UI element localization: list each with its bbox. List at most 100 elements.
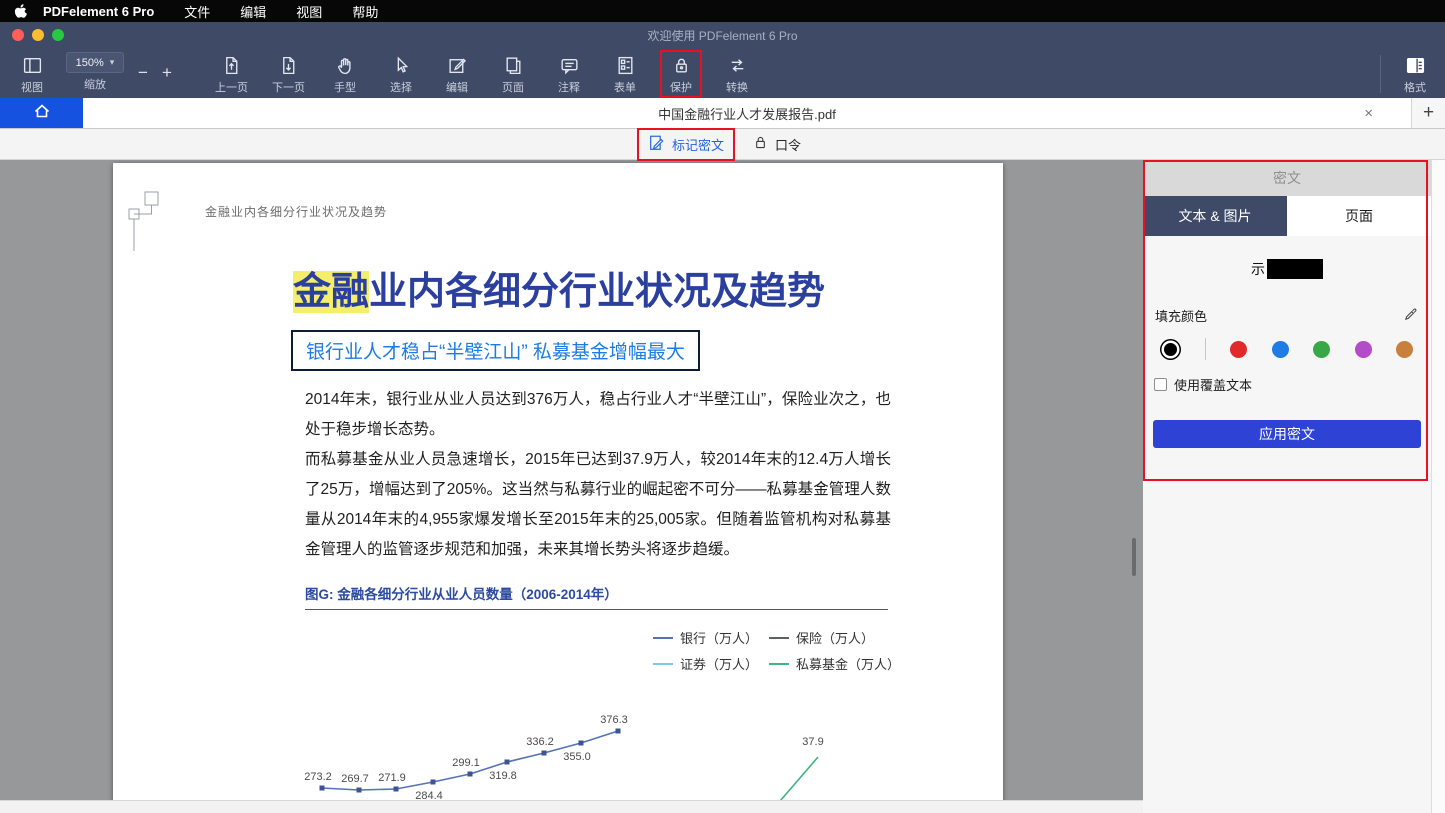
svg-text:355.0: 355.0 [563,751,591,763]
new-tab-button[interactable]: + [1411,98,1445,128]
embedded-chart: 273.2269.7271.9284.4299.1319.8336.2355.0… [113,683,1003,813]
overlay-text-option[interactable]: 使用覆盖文本 [1143,376,1431,392]
redaction-example-swatch [1267,259,1323,279]
form-label: 表单 [614,79,636,95]
menu-item-file[interactable]: 文件 [184,2,210,21]
hand-tool-button[interactable]: 手型 [327,52,363,95]
convert-label: 转换 [726,79,748,95]
page-button[interactable]: 页面 [495,52,531,95]
form-button[interactable]: 表单 [607,52,643,95]
apply-redaction-button[interactable]: 应用密文 [1153,420,1421,448]
legend-line-bank [653,637,673,639]
close-icon[interactable]: × [1364,105,1373,122]
legend-item-bank: 银行（万人） [653,628,759,647]
page-up-icon [221,52,242,76]
password-button[interactable]: 口令 [752,134,801,154]
panel-tabs: 文本 & 图片 页面 [1143,196,1431,236]
zoom-select[interactable]: 150% ▾ [66,52,124,73]
mark-redaction-label: 标记密文 [672,135,724,154]
svg-text:271.9: 271.9 [378,772,406,784]
select-tool-button[interactable]: 选择 [383,52,419,95]
document-subtitle: 银行业人才稳占“半壁江山” 私募基金增幅最大 [291,330,700,371]
view-button[interactable]: 视图 [14,52,50,95]
redaction-sub-toolbar: 标记密文 口令 [0,129,1445,160]
document-horizontal-scrollbar[interactable] [0,800,1143,813]
page-header-note: 金融业内各细分行业状况及趋势 [205,203,387,220]
color-swatch-6[interactable] [1396,341,1413,358]
home-tab-button[interactable] [0,98,83,128]
edit-icon [447,52,468,76]
svg-text:336.2: 336.2 [526,736,554,748]
chevron-down-icon: ▾ [110,57,115,68]
redaction-example-label: 示 [1251,259,1265,279]
prev-page-label: 上一页 [215,79,248,95]
menu-app-name[interactable]: PDFelement 6 Pro [43,4,154,19]
color-swatch-1[interactable] [1164,343,1177,356]
color-swatch-4[interactable] [1313,341,1330,358]
zoom-out-button[interactable]: − [138,64,148,81]
overlay-text-checkbox[interactable] [1154,378,1167,391]
view-label: 视图 [21,79,43,95]
protect-lock-icon [671,52,692,76]
document-tab[interactable]: 中国金融行业人才发展报告.pdf × [83,98,1411,128]
menu-item-edit[interactable]: 编辑 [240,2,266,21]
document-view[interactable]: 金融业内各细分行业状况及趋势 金融业内各细分行业状况及趋势 银行业人才稳占“半壁… [0,160,1143,813]
svg-text:273.2: 273.2 [304,771,332,783]
legend-line-insurance [769,637,789,639]
color-swatches [1143,338,1431,360]
chapter-decoration [128,191,184,253]
color-swatch-5[interactable] [1355,341,1372,358]
overlay-text-label: 使用覆盖文本 [1174,375,1252,394]
svg-text:37.9: 37.9 [802,736,823,748]
tab-page[interactable]: 页面 [1287,196,1431,236]
chart-divider [305,609,888,610]
password-label: 口令 [775,135,801,154]
legend-line-securities [653,663,673,665]
menu-item-view[interactable]: 视图 [296,2,322,21]
edit-label: 编辑 [446,79,468,95]
pages-icon [503,52,524,76]
next-page-label: 下一页 [272,79,305,95]
document-vertical-scrollbar[interactable] [1132,538,1136,576]
convert-button[interactable]: 转换 [719,52,755,95]
select-tool-label: 选择 [390,79,412,95]
color-swatch-2[interactable] [1230,341,1247,358]
mark-redaction-button[interactable]: 标记密文 [644,132,728,157]
edit-button[interactable]: 编辑 [439,52,475,95]
hand-icon [335,52,356,76]
document-title: 金融业内各细分行业状况及趋势 [293,260,825,315]
comment-button[interactable]: 注释 [551,52,587,95]
format-button[interactable]: 格式 [1397,52,1433,95]
comment-icon [559,52,580,76]
protect-button[interactable]: 保护 [663,52,699,95]
menu-item-help[interactable]: 帮助 [352,2,378,21]
apple-logo-icon[interactable] [14,4,27,19]
redaction-panel: 密文 文本 & 图片 页面 示 填充颜色 使用覆盖文本 应用密文 [1143,160,1431,813]
panel-title: 密文 [1143,160,1431,196]
convert-icon [727,52,748,76]
hand-tool-label: 手型 [334,79,356,95]
eyedropper-icon[interactable] [1403,306,1419,325]
page-label: 页面 [502,79,524,95]
password-lock-icon [752,134,769,154]
paragraph-1: 2014年末，银行业从业人员达到376万人，稳占行业人才“半壁江山”，保险业次之… [305,385,891,445]
select-icon [391,52,412,76]
redaction-example: 示 [1143,258,1431,280]
panel-scrollbar-track[interactable] [1431,160,1445,813]
svg-text:376.3: 376.3 [600,714,628,726]
home-icon [32,101,52,126]
tab-text-image[interactable]: 文本 & 图片 [1143,196,1287,236]
content-area: 金融业内各细分行业状况及趋势 金融业内各细分行业状况及趋势 银行业人才稳占“半壁… [0,160,1445,813]
legend-label: 保险（万人） [796,628,874,647]
next-page-button[interactable]: 下一页 [270,52,307,95]
main-toolbar: 视图 150% ▾ 缩放 − + 上一页 下一页 [0,46,1445,98]
form-icon [615,52,636,76]
svg-text:269.7: 269.7 [341,773,369,785]
format-label: 格式 [1404,79,1426,95]
prev-page-button[interactable]: 上一页 [213,52,250,95]
zoom-in-button[interactable]: + [162,64,172,81]
window-title: 欢迎使用 PDFelement 6 Pro [0,27,1445,44]
legend-label: 私募基金（万人） [796,654,900,673]
svg-text:319.8: 319.8 [489,770,517,782]
color-swatch-3[interactable] [1272,341,1289,358]
